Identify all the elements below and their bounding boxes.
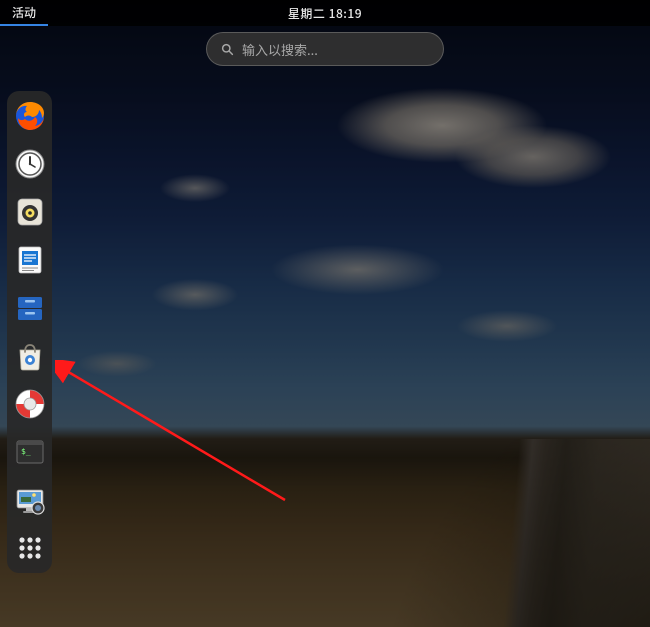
- app-firefox[interactable]: [13, 99, 47, 133]
- dash: $_: [7, 91, 52, 573]
- writer-document-icon: [14, 244, 46, 276]
- app-libreoffice-writer[interactable]: [13, 243, 47, 277]
- app-screenshot[interactable]: [13, 483, 47, 517]
- app-software-center[interactable]: [13, 339, 47, 373]
- clock-label[interactable]: 星期二 18:19: [288, 5, 362, 22]
- app-help[interactable]: [13, 387, 47, 421]
- screenshot-icon: [14, 484, 46, 516]
- life-ring-icon: [14, 388, 46, 420]
- overview-dim-overlay: [0, 0, 650, 627]
- search-icon: [221, 43, 234, 56]
- shopping-bag-icon: [14, 340, 46, 372]
- app-rhythmbox[interactable]: [13, 195, 47, 229]
- terminal-icon: $_: [14, 436, 46, 468]
- top-bar: 活动 星期二 18:19: [0, 0, 650, 26]
- app-terminal[interactable]: $_: [13, 435, 47, 469]
- activities-button[interactable]: 活动: [0, 0, 48, 26]
- app-clock[interactable]: [13, 147, 47, 181]
- app-files-drawer[interactable]: [13, 291, 47, 325]
- firefox-icon: [14, 100, 46, 132]
- search-placeholder: 输入以搜索...: [242, 40, 318, 59]
- grid-apps-icon: [14, 532, 46, 564]
- overview-search-input[interactable]: 输入以搜索...: [206, 32, 444, 66]
- svg-text:$_: $_: [21, 447, 31, 456]
- clock-icon: [14, 148, 46, 180]
- speaker-icon: [14, 196, 46, 228]
- archive-drawer-icon: [14, 292, 46, 324]
- show-apps-button[interactable]: [13, 531, 47, 565]
